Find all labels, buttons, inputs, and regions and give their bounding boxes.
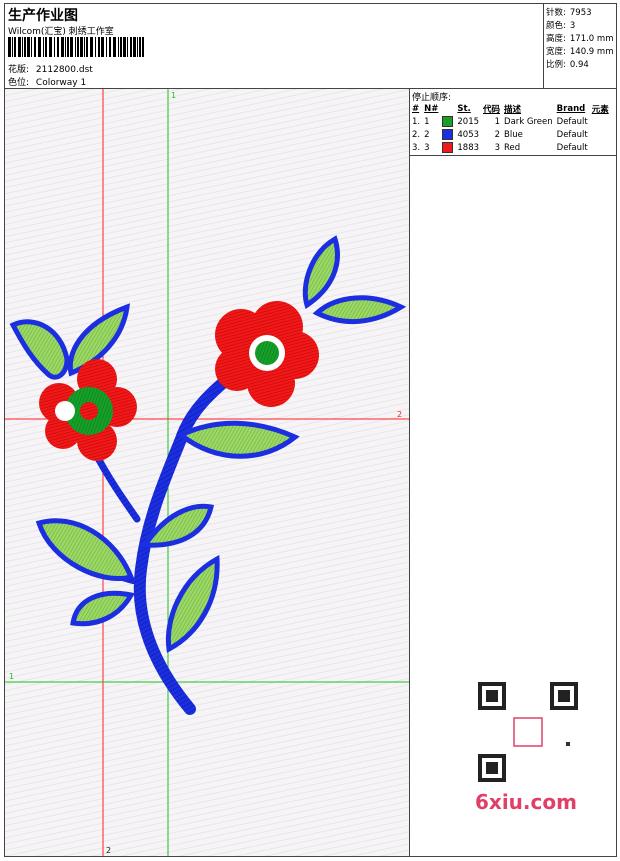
embroidery-design: 1 2 1 2 (5, 89, 409, 856)
color-swatch-red (442, 142, 454, 153)
table-row: 2. 2 4053 2 Blue Default (412, 129, 588, 140)
leaf-top-right-b (312, 295, 407, 325)
spec-scale: 比例: 0.94 (546, 60, 589, 70)
site-watermark: 6xiu.com (475, 790, 577, 814)
design-value: 2112800.dst (35, 65, 93, 75)
spec-height: 高度: 171.0 mm (546, 34, 614, 44)
col-swatch (440, 102, 455, 115)
leaf-lower-right (165, 554, 220, 653)
col-description: 描述 (504, 104, 522, 115)
col-stitches: St. (457, 103, 471, 114)
col-index: # (412, 103, 420, 114)
sheet-header: 生产作业图 Wilcom(汇宝) 刺绣工作室 花版: 2112800.dst 色… (5, 4, 616, 89)
color-swatch-dark-green (442, 116, 454, 127)
qr-code-watermark (470, 680, 582, 784)
table-row: 3. 3 1883 3 Red Default (412, 142, 588, 153)
flower-right (215, 301, 319, 407)
color-swatch-blue (442, 129, 454, 140)
table-row: 1. 1 2015 1 Dark Green Default (412, 116, 588, 127)
design-label: 花版: (8, 65, 30, 75)
spec-panel: 针数: 7953 颜色: 3 高度: 171.0 mm 宽度: 140.9 mm 比例:… (543, 4, 617, 88)
barcode (8, 37, 144, 57)
qr-code-icon (478, 682, 578, 782)
spec-colors: 颜色: 3 (546, 21, 576, 31)
guide-label-v1: 1 (171, 91, 176, 100)
colorway-row: 色位: Colorway 1 (8, 75, 86, 88)
colorway-value: Colorway 1 (35, 78, 87, 88)
guide-label-h2: 2 (397, 410, 402, 419)
leaf-top-left-a (9, 319, 70, 380)
leaf-lower-left-a (35, 518, 135, 581)
col-element: 元素 (591, 104, 609, 115)
col-code: 代码 (483, 104, 501, 115)
guide-label-v2: 2 (106, 846, 111, 855)
col-needle: N# (424, 103, 439, 114)
leaf-lower-left-b (70, 590, 135, 627)
leaf-middle-right (176, 420, 300, 459)
spec-stitches: 针数: 7953 (546, 8, 592, 18)
design-row: 花版: 2112800.dst (8, 62, 93, 75)
table-header-row: # N# St. 代码 描述 Brand 元素 (410, 102, 611, 115)
stop-sequence-panel: 停止顺序: # N# St. 代码 描述 Brand 元素 1. 1 2015 … (410, 89, 616, 156)
stop-sequence-table: # N# St. 代码 描述 Brand 元素 1. 1 2015 1 Dark… (410, 102, 611, 154)
guide-label-h1: 1 (9, 672, 14, 681)
col-brand: Brand (556, 103, 586, 114)
sheet-title: 生产作业图 (8, 8, 78, 24)
design-canvas: 1 2 1 2 (5, 89, 410, 856)
maker-name: Wilcom(汇宝) 刺绣工作室 (8, 27, 114, 37)
spec-width: 宽度: 140.9 mm (546, 47, 614, 57)
leaf-top-right-a (302, 235, 340, 309)
colorway-label: 色位: (8, 78, 30, 88)
